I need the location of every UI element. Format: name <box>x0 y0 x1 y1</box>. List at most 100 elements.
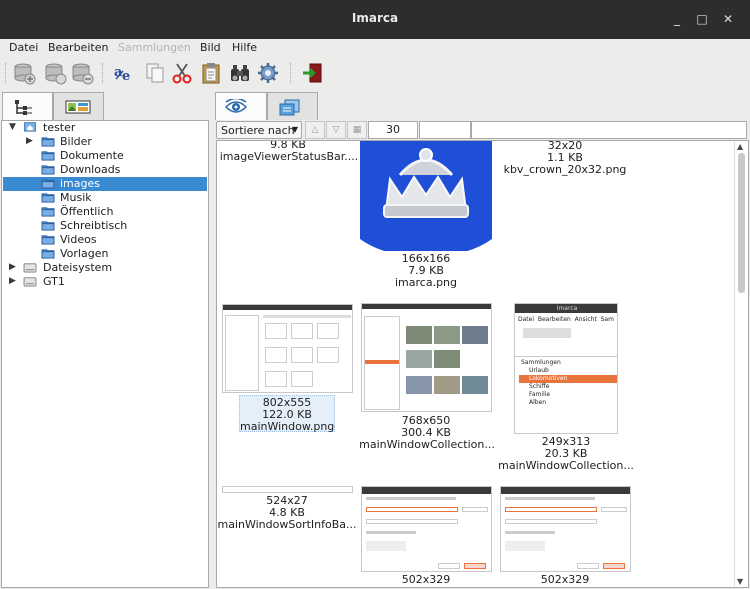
sort-grid-button[interactable]: ▦ <box>347 121 367 139</box>
menu-bearbeiten[interactable]: Bearbeiten <box>48 41 108 54</box>
toolbar-separator <box>102 63 104 83</box>
folder-icon <box>41 151 55 161</box>
tree-item-oeffentlich[interactable]: Öffentlich <box>3 205 207 219</box>
tab-view[interactable] <box>215 92 267 122</box>
thumbnail-name[interactable]: mainWindowCollection... <box>357 439 497 451</box>
thumbnail-grid: 9.8 KB imageViewerStatusBar.... 166x166 … <box>216 140 749 588</box>
folder-icon <box>41 165 55 175</box>
sort-label: Sortiere nach <box>221 124 295 137</box>
mini-item: Alben <box>529 399 547 406</box>
scrollbar-thumb[interactable] <box>738 153 745 293</box>
thumbnail-name[interactable]: kbv_crown_20x32.png <box>500 164 630 176</box>
expand-arrow-icon[interactable]: ▶ <box>9 276 16 286</box>
sort-select[interactable]: Sortiere nach ▼ <box>216 121 302 139</box>
tree-item-tester[interactable]: ▼ tester <box>3 121 207 135</box>
mini-menu-item: Ansicht <box>574 316 597 323</box>
tree-item-schreibtisch[interactable]: Schreibtisch <box>3 219 207 233</box>
maximize-button[interactable]: □ <box>693 10 711 28</box>
tab-export[interactable] <box>267 92 318 121</box>
minimize-button[interactable]: _ <box>668 10 686 28</box>
tree-item-musik[interactable]: Musik <box>3 191 207 205</box>
tree-label: Musik <box>60 191 92 204</box>
thumbnail-mainwindowcollection-2[interactable]: Imarca Datei Bearbeiten Ansicht Sam Samm… <box>514 303 618 434</box>
thumbnail-name[interactable]: mainWindowSortInfoBa... <box>217 519 357 531</box>
menu-hilfe[interactable]: Hilfe <box>232 41 257 54</box>
tree-label: GT1 <box>43 275 65 288</box>
paste-icon[interactable] <box>199 61 223 85</box>
collection-db-icon[interactable] <box>43 61 67 85</box>
tree-item-images[interactable]: images <box>3 177 207 191</box>
expand-arrow-icon[interactable]: ▶ <box>26 136 33 146</box>
crown-image <box>360 141 492 253</box>
sort-ascending-button[interactable]: △ <box>305 121 325 139</box>
collections-icon <box>65 100 91 114</box>
toolbar-separator <box>5 63 7 83</box>
thumbnail-mainwindow[interactable] <box>222 304 353 393</box>
chevron-down-icon: ▼ <box>291 125 298 134</box>
folder-icon <box>41 249 55 259</box>
menu-datei[interactable]: Datei <box>9 41 38 54</box>
drive-icon <box>23 277 37 287</box>
tree-item-videos[interactable]: Videos <box>3 233 207 247</box>
tree-label: Vorlagen <box>60 247 109 260</box>
tree-label: images <box>60 177 100 190</box>
tree-item-vorlagen[interactable]: Vorlagen <box>3 247 207 261</box>
menu-sammlungen[interactable]: Sammlungen <box>118 41 191 54</box>
expand-arrow-icon[interactable]: ▼ <box>9 122 16 132</box>
mini-menu-item: Sam <box>600 316 614 323</box>
tree-item-bilder[interactable]: ▶ Bilder <box>3 135 207 149</box>
menu-bar: Datei Bearbeiten Sammlungen Bild Hilfe <box>0 39 750 57</box>
folder-icon <box>41 235 55 245</box>
sort-descending-button[interactable]: ▽ <box>326 121 346 139</box>
thumbnail-sortinfobar[interactable] <box>222 486 353 493</box>
thumbnail-mainwindowcollection-1[interactable] <box>361 303 492 412</box>
thumbnail-imarca[interactable] <box>360 141 492 253</box>
window-title: Imarca <box>351 11 399 25</box>
filter-field-1[interactable] <box>419 121 471 139</box>
tab-collections[interactable] <box>53 92 104 121</box>
cut-icon[interactable] <box>170 61 194 85</box>
tree-item-dateisystem[interactable]: ▶ Dateisystem <box>3 261 207 275</box>
count-field[interactable]: 30 <box>368 121 418 139</box>
mini-item: Lokomotiven <box>529 375 568 382</box>
tree-label: Bilder <box>60 135 92 148</box>
copy-icon[interactable] <box>143 61 167 85</box>
tab-folder-tree[interactable] <box>2 92 53 122</box>
thumbnail-caption-selected[interactable]: 802x555 122.0 KB mainWindow.png <box>239 395 335 433</box>
scroll-down-icon[interactable]: ▼ <box>737 577 743 586</box>
tree-item-gt1[interactable]: ▶ GT1 <box>3 275 207 289</box>
exit-icon[interactable] <box>301 61 325 85</box>
tree-label: Videos <box>60 233 97 246</box>
menu-bild[interactable]: Bild <box>200 41 221 54</box>
spellcheck-icon[interactable]: ae <box>113 61 137 85</box>
add-collection-icon[interactable] <box>12 61 36 85</box>
thumbnail-name[interactable]: imarca.png <box>360 277 492 289</box>
close-button[interactable]: ✕ <box>719 10 737 28</box>
settings-icon[interactable] <box>256 61 280 85</box>
thumbnail-name[interactable]: mainWindowCollection... <box>496 460 636 472</box>
thumbnail-dims: 502x329 <box>401 573 451 586</box>
folder-tree-panel: ▼ tester ▶ Bilder Dokumente Downloads im… <box>1 120 209 588</box>
drive-icon <box>23 263 37 273</box>
mini-menu-item: Bearbeiten <box>537 316 571 323</box>
mini-item: Urlaub <box>529 367 549 374</box>
tree-label: Schreibtisch <box>60 219 128 232</box>
tree-label: Dateisystem <box>43 261 113 274</box>
mini-item: Sammlungen <box>521 359 561 366</box>
find-icon[interactable] <box>228 61 252 85</box>
thumbnail-name[interactable]: imageViewerStatusBar.... <box>219 151 359 163</box>
tree-item-dokumente[interactable]: Dokumente <box>3 149 207 163</box>
folder-icon <box>41 193 55 203</box>
sort-bar: Sortiere nach ▼ △ ▽ ▦ 30 <box>214 120 750 140</box>
thumbnail-rename-dialog-2[interactable] <box>500 486 631 572</box>
filter-field-2[interactable] <box>471 121 747 139</box>
remove-collection-icon[interactable] <box>70 61 94 85</box>
scroll-up-icon[interactable]: ▲ <box>737 142 743 151</box>
folder-tree-icon <box>15 100 32 115</box>
home-folder-icon <box>24 122 36 132</box>
tree-label: Dokumente <box>60 149 124 162</box>
expand-arrow-icon[interactable]: ▶ <box>9 262 16 272</box>
tree-item-downloads[interactable]: Downloads <box>3 163 207 177</box>
thumbnail-rename-dialog-1[interactable] <box>361 486 492 572</box>
vertical-scrollbar[interactable]: ▲ ▼ <box>734 141 748 587</box>
